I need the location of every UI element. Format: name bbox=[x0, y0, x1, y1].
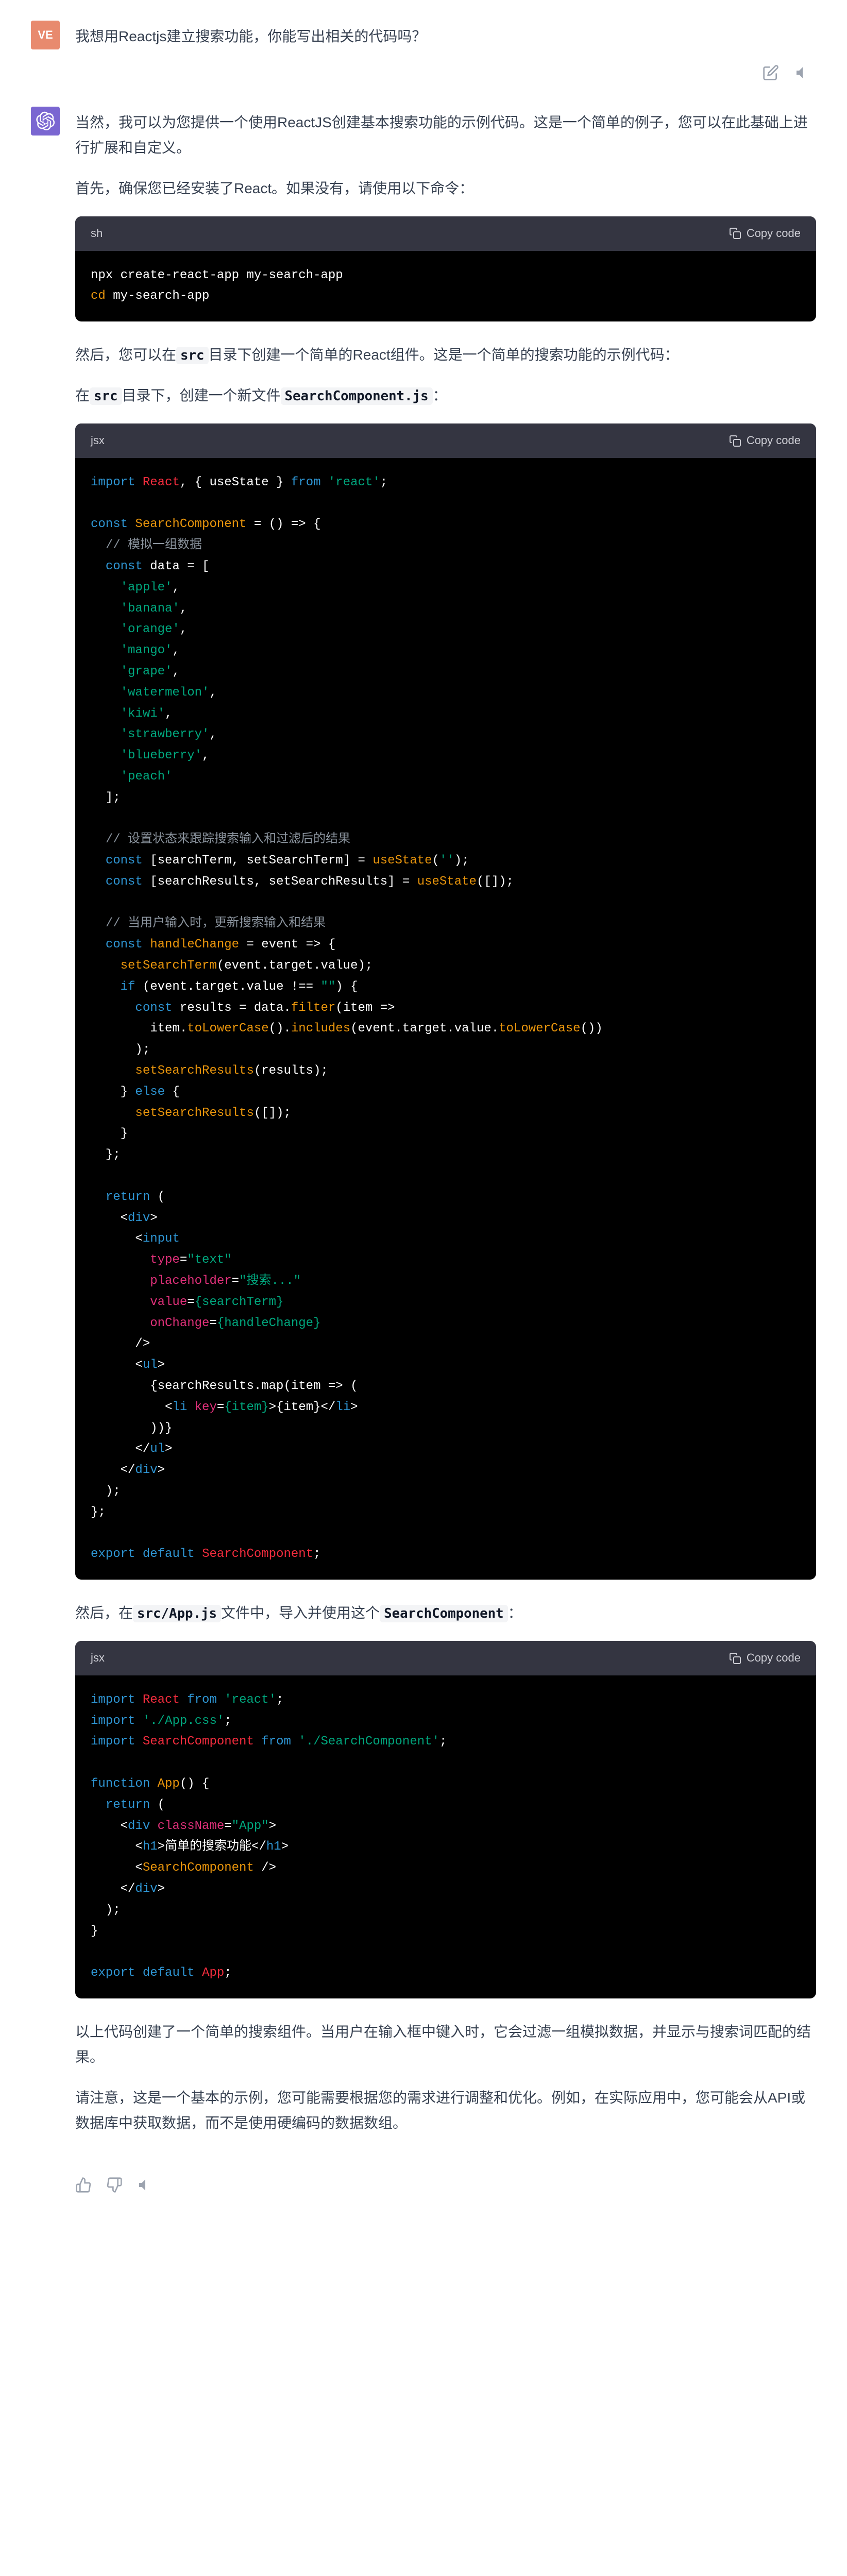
para-install: 首先，确保您已经安装了React。如果没有，请使用以下命令： bbox=[75, 176, 816, 201]
inline-code: SearchComponent.js bbox=[281, 387, 433, 405]
para-src: 然后，您可以在src目录下创建一个简单的React组件。这是一个简单的搜索功能的… bbox=[75, 342, 816, 367]
code-block-jsx-2: jsx Copy code import React from 'react';… bbox=[75, 1641, 816, 1998]
copy-label: Copy code bbox=[747, 1648, 801, 1668]
assistant-content: 当然，我可以为您提供一个使用ReactJS创建基本搜索功能的示例代码。这是一个简… bbox=[75, 107, 816, 2151]
edit-icon[interactable] bbox=[763, 64, 779, 81]
copy-code-button[interactable]: Copy code bbox=[729, 224, 801, 244]
inline-code: SearchComponent bbox=[380, 1605, 508, 1622]
para-intro: 当然，我可以为您提供一个使用ReactJS创建基本搜索功能的示例代码。这是一个简… bbox=[75, 110, 816, 160]
assistant-message: 当然，我可以为您提供一个使用ReactJS创建基本搜索功能的示例代码。这是一个简… bbox=[31, 107, 816, 2151]
user-message: VE 我想用Reactjs建立搜索功能，你能写出相关的代码吗？ bbox=[31, 21, 816, 81]
user-content: 我想用Reactjs建立搜索功能，你能写出相关的代码吗？ bbox=[75, 21, 816, 81]
copy-code-button[interactable]: Copy code bbox=[729, 1648, 801, 1668]
code-header: jsx Copy code bbox=[75, 1641, 816, 1675]
code-content: import React, { useState } from 'react';… bbox=[75, 458, 816, 1580]
code-lang-label: jsx bbox=[91, 431, 105, 451]
user-text: 我想用Reactjs建立搜索功能，你能写出相关的代码吗？ bbox=[75, 24, 816, 49]
code-content: import React from 'react'; import './App… bbox=[75, 1675, 816, 1998]
inline-code: src/App.js bbox=[133, 1605, 221, 1622]
para-note: 请注意，这是一个基本的示例，您可能需要根据您的需求进行调整和优化。例如，在实际应… bbox=[75, 2085, 816, 2136]
code-content: npx create-react-app my-search-app cd my… bbox=[75, 251, 816, 322]
speaker-icon[interactable] bbox=[794, 64, 811, 81]
copy-code-button[interactable]: Copy code bbox=[729, 431, 801, 451]
copy-label: Copy code bbox=[747, 224, 801, 244]
code-block-sh: sh Copy code npx create-react-app my-sea… bbox=[75, 216, 816, 321]
inline-code: src bbox=[176, 347, 209, 364]
code-block-jsx-1: jsx Copy code import React, { useState }… bbox=[75, 423, 816, 1580]
speaker-icon[interactable] bbox=[137, 2177, 154, 2193]
code-lang-label: jsx bbox=[91, 1648, 105, 1668]
para-file: 在src目录下，创建一个新文件SearchComponent.js： bbox=[75, 383, 816, 408]
user-avatar: VE bbox=[31, 21, 60, 49]
para-summary: 以上代码创建了一个简单的搜索组件。当用户在输入框中键入时，它会过滤一组模拟数据，… bbox=[75, 2019, 816, 2070]
copy-label: Copy code bbox=[747, 431, 801, 451]
code-header: sh Copy code bbox=[75, 216, 816, 251]
assistant-avatar bbox=[31, 107, 60, 135]
para-app: 然后，在src/App.js文件中，导入并使用这个SearchComponent… bbox=[75, 1600, 816, 1625]
thumbs-up-icon[interactable] bbox=[75, 2177, 92, 2193]
code-lang-label: sh bbox=[91, 224, 103, 244]
inline-code: src bbox=[90, 387, 122, 405]
thumbs-down-icon[interactable] bbox=[106, 2177, 123, 2193]
assistant-actions bbox=[31, 2177, 816, 2193]
code-header: jsx Copy code bbox=[75, 423, 816, 458]
